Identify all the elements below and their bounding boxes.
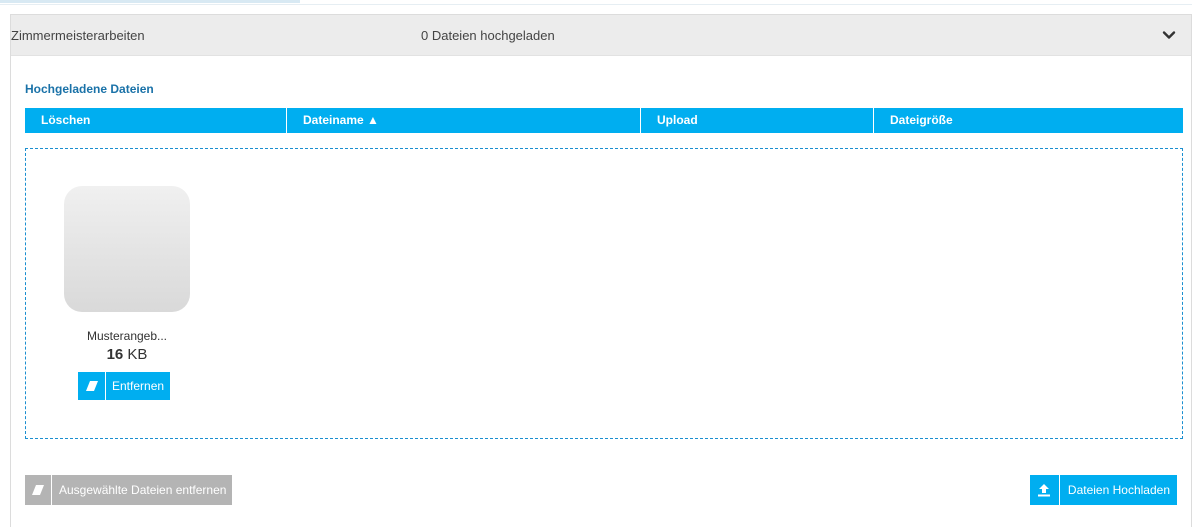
upload-files-label: Dateien Hochladen	[1067, 483, 1170, 497]
upload-files-button[interactable]: Dateien Hochladen	[1029, 475, 1177, 505]
section-title: Hochgeladene Dateien	[25, 82, 154, 96]
column-header-delete[interactable]: Löschen	[25, 108, 287, 133]
file-name: Musterangeb...	[86, 329, 168, 343]
remove-selected-button[interactable]: Ausgewählte Dateien entfernen	[25, 475, 233, 505]
chevron-down-icon[interactable]	[1161, 27, 1177, 43]
file-table-header: Löschen Dateiname ▲ Upload Dateigröße	[25, 108, 1183, 133]
upload-panel: Zimmermeisterarbeiten 0 Dateien hochgela…	[10, 14, 1192, 527]
column-header-filesize[interactable]: Dateigröße	[874, 108, 1183, 133]
file-size-unit: KB	[127, 346, 148, 363]
upload-icon	[1030, 475, 1060, 505]
remove-file-label: Entfernen	[112, 379, 165, 393]
accordion-header[interactable]: Zimmermeisterarbeiten 0 Dateien hochgela…	[11, 14, 1191, 56]
eraser-icon	[25, 475, 52, 505]
remove-selected-label: Ausgewählte Dateien entfernen	[59, 483, 227, 497]
eraser-icon	[78, 372, 106, 400]
file-dropzone[interactable]: Musterangeb... 16 KB Entfernen	[25, 148, 1183, 439]
column-header-filename[interactable]: Dateiname ▲	[287, 108, 641, 133]
upload-status: 0 Dateien hochgeladen	[421, 28, 555, 43]
file-thumbnail	[64, 186, 190, 312]
file-card: Musterangeb... 16 KB	[64, 186, 190, 363]
file-size: 16 KB	[64, 346, 190, 363]
file-size-value: 16	[106, 346, 124, 363]
top-accent-bar	[0, 0, 300, 3]
top-border	[0, 0, 1192, 5]
accordion-title: Zimmermeisterarbeiten	[11, 28, 145, 43]
column-header-upload[interactable]: Upload	[641, 108, 874, 133]
remove-file-button[interactable]: Entfernen	[78, 372, 171, 400]
